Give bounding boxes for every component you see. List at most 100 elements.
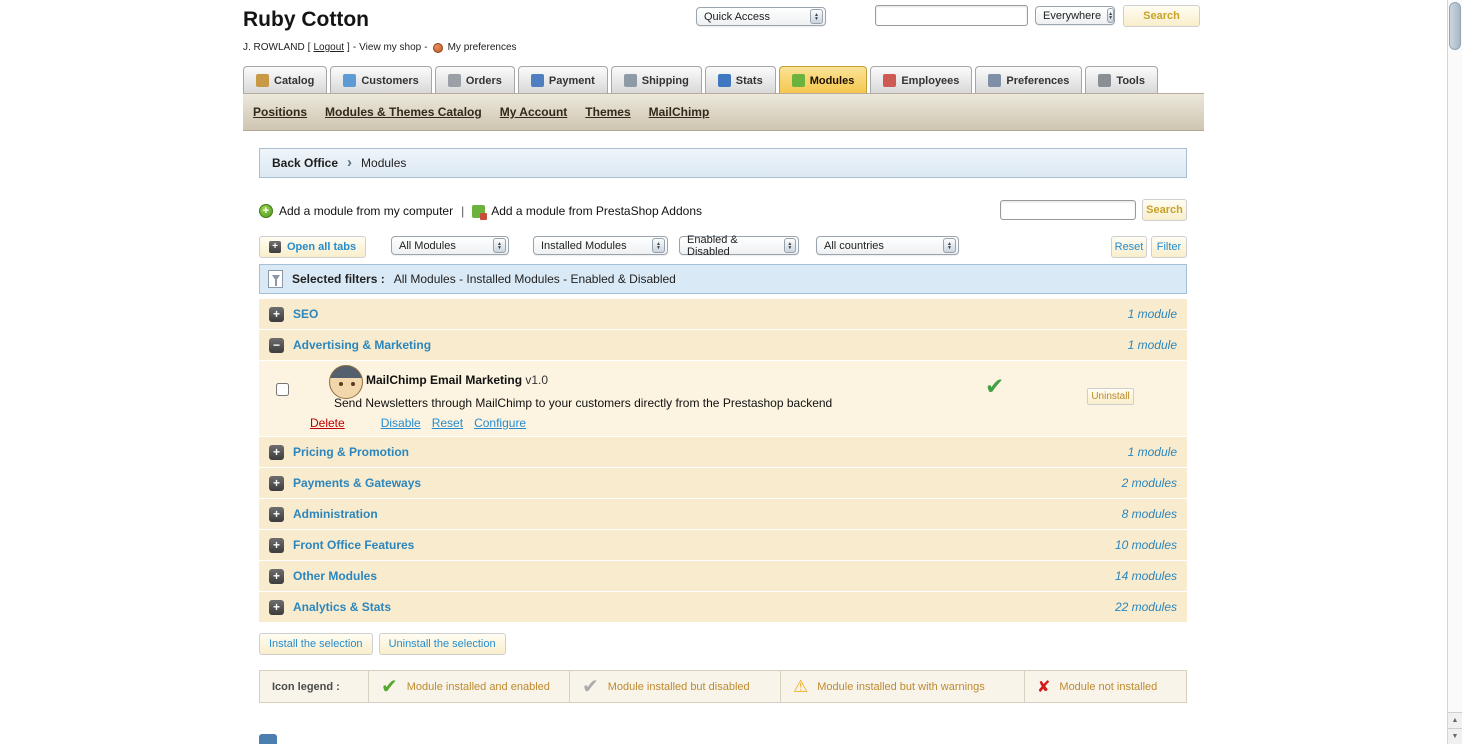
logout-link[interactable]: Logout	[313, 42, 344, 53]
breadcrumb-root[interactable]: Back Office	[272, 156, 338, 170]
select-stepper-icon: ▲ ▼	[810, 9, 823, 24]
selection-actions: Install the selection Uninstall the sele…	[259, 633, 506, 655]
bracket-left: [	[307, 42, 311, 53]
reset-link[interactable]: Reset	[432, 416, 463, 430]
scroll-up-button[interactable]: ▲	[1448, 712, 1462, 728]
tab-customers[interactable]: Customers	[330, 66, 432, 94]
selected-filters-value: All Modules - Installed Modules - Enable…	[393, 272, 676, 286]
vertical-scrollbar[interactable]: ▲ ▼	[1447, 0, 1462, 744]
user-avatar-icon	[432, 42, 443, 53]
search-scope-value: Everywhere	[1043, 9, 1102, 22]
check-gray-icon: ✔	[582, 676, 599, 698]
select-stepper-icon: ▲ ▼	[783, 238, 796, 253]
category-row-seo[interactable]: + SEO 1 module	[259, 299, 1187, 329]
pipe-separator: |	[461, 204, 465, 218]
scrollbar-thumb[interactable]	[1449, 2, 1461, 50]
uninstall-button[interactable]: Uninstall	[1087, 388, 1134, 405]
catalog-icon	[256, 74, 269, 87]
expand-icon[interactable]: +	[269, 444, 284, 460]
installed-filter-select[interactable]: Installed Modules ▲ ▼	[533, 236, 668, 255]
expand-icon[interactable]: +	[269, 475, 284, 491]
module-row-mailchimp: MailChimp Email Marketing v1.0 Send News…	[259, 361, 1187, 436]
tab-modules[interactable]: Modules	[778, 66, 868, 94]
configure-link[interactable]: Configure	[474, 416, 526, 430]
module-title: MailChimp Email Marketing v1.0	[366, 373, 549, 387]
tab-orders[interactable]: Orders	[434, 66, 515, 94]
scroll-down-button[interactable]: ▼	[1448, 728, 1462, 744]
tab-payment[interactable]: Payment	[517, 66, 608, 94]
stats-icon	[717, 74, 731, 87]
tab-employees[interactable]: Employees	[870, 66, 973, 94]
category-row-advertising-marketing[interactable]: − Advertising & Marketing 1 module	[259, 330, 1187, 360]
submenu-item-mailchimp[interactable]: MailChimp	[649, 105, 710, 119]
legend-item-enabled: ✔ Module installed and enabled	[369, 671, 570, 702]
category-row-payments-gateways[interactable]: + Payments & Gateways 2 modules	[259, 468, 1187, 498]
category-row-analytics-stats[interactable]: + Analytics & Stats 22 modules	[259, 592, 1187, 622]
select-stepper-icon: ▲ ▼	[652, 238, 665, 253]
category-row-administration[interactable]: + Administration 8 modules	[259, 499, 1187, 529]
submenu-item-my-account[interactable]: My Account	[500, 105, 568, 119]
footer-strip	[259, 734, 277, 744]
category-row-pricing-promotion[interactable]: + Pricing & Promotion 1 module	[259, 437, 1187, 467]
tab-tools[interactable]: Tools	[1085, 66, 1158, 94]
main-tab-bar: Catalog Customers Orders Payment Shippin…	[243, 65, 1158, 94]
tab-stats[interactable]: Stats	[704, 66, 776, 94]
expand-icon[interactable]: +	[269, 568, 284, 584]
module-description: Send Newsletters through MailChimp to yo…	[334, 396, 833, 410]
global-search-button[interactable]: Search	[1123, 5, 1200, 27]
collapse-icon[interactable]: −	[269, 337, 284, 353]
submenu-item-themes[interactable]: Themes	[585, 105, 630, 119]
shipping-icon	[623, 74, 637, 87]
category-row-front-office-features[interactable]: + Front Office Features 10 modules	[259, 530, 1187, 560]
expand-icon[interactable]: +	[269, 599, 284, 615]
view-shop-link[interactable]: View my shop	[359, 42, 421, 53]
dash-separator: -	[424, 42, 428, 53]
global-search-input[interactable]	[875, 5, 1028, 26]
module-type-select[interactable]: All Modules ▲ ▼	[391, 236, 509, 255]
disable-link[interactable]: Disable	[381, 416, 421, 430]
reset-filters-button[interactable]: Reset	[1111, 236, 1147, 258]
submenu-item-positions[interactable]: Positions	[253, 105, 307, 119]
quick-access-select[interactable]: Quick Access ▲ ▼	[696, 7, 826, 26]
dash-separator: -	[352, 42, 357, 53]
tab-preferences[interactable]: Preferences	[975, 66, 1083, 94]
breadcrumb: Back Office › Modules	[259, 148, 1187, 178]
my-preferences-link[interactable]: My preferences	[448, 42, 517, 53]
legend-label-cell: Icon legend :	[260, 671, 369, 702]
warning-icon: ⚠	[793, 676, 809, 696]
add-icon: +	[259, 204, 273, 218]
open-all-tabs-button[interactable]: + Open all tabs	[259, 236, 367, 258]
add-module-from-computer-link[interactable]: + Add a module from my computer	[259, 204, 453, 218]
module-search-input[interactable]	[1000, 200, 1136, 220]
category-row-other-modules[interactable]: + Other Modules 14 modules	[259, 561, 1187, 591]
expand-icon[interactable]: +	[269, 506, 284, 522]
apply-filter-button[interactable]: Filter	[1151, 236, 1187, 258]
expand-icon[interactable]: +	[269, 537, 284, 553]
preferences-icon	[988, 74, 1002, 87]
expand-all-icon: +	[269, 241, 281, 253]
submenu-item-modules-themes-catalog[interactable]: Modules & Themes Catalog	[325, 105, 482, 119]
customers-icon	[343, 74, 357, 87]
install-selection-button[interactable]: Install the selection	[259, 633, 373, 655]
module-category-list: + SEO 1 module − Advertising & Marketing…	[259, 299, 1187, 623]
filter-icon	[268, 270, 283, 288]
module-search-button[interactable]: Search	[1142, 199, 1187, 221]
uninstall-selection-button[interactable]: Uninstall the selection	[378, 633, 506, 655]
select-stepper-icon: ▲ ▼	[943, 238, 956, 253]
bracket-right: ]	[347, 42, 350, 53]
orders-icon	[447, 74, 461, 87]
enabled-filter-select[interactable]: Enabled & Disabled ▲ ▼	[679, 234, 799, 258]
search-scope-select[interactable]: Everywhere ▲ ▼	[1035, 6, 1115, 25]
module-select-checkbox[interactable]	[276, 383, 289, 396]
expand-icon[interactable]: +	[269, 306, 284, 322]
tab-catalog[interactable]: Catalog	[243, 66, 328, 94]
tab-shipping[interactable]: Shipping	[610, 66, 702, 94]
module-actions: Delete Disable Reset Configure	[310, 416, 537, 430]
shop-name: Ruby Cotton	[243, 8, 369, 31]
breadcrumb-current: Modules	[361, 156, 407, 170]
add-module-from-addons-link[interactable]: Add a module from PrestaShop Addons	[472, 204, 702, 220]
icon-legend: Icon legend : ✔ Module installed and ena…	[259, 670, 1187, 703]
country-filter-select[interactable]: All countries ▲ ▼	[816, 236, 959, 255]
delete-link[interactable]: Delete	[310, 416, 345, 430]
addons-module-icon	[472, 204, 488, 220]
